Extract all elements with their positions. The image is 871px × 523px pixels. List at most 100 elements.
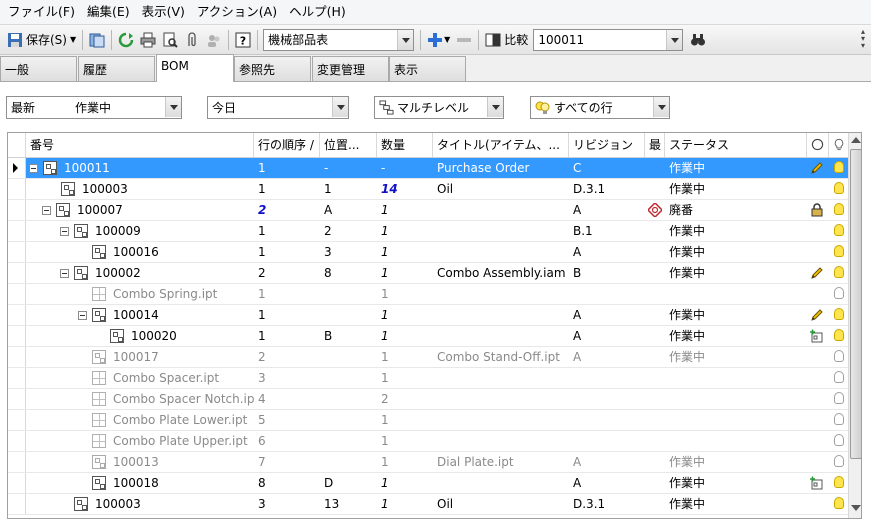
bulb-on-icon[interactable] — [834, 203, 844, 215]
bom-row[interactable]: 100009 1 2 1 B.1 作業中 — [8, 221, 848, 242]
row-header[interactable] — [8, 368, 26, 388]
tree-collapse-icon[interactable] — [60, 269, 69, 278]
row-header[interactable] — [8, 263, 26, 283]
col-header-state[interactable] — [807, 133, 829, 157]
chevron-down-icon[interactable] — [332, 97, 348, 117]
scroll-up-arrow-icon[interactable] — [851, 137, 861, 143]
tree-collapse-icon[interactable] — [60, 227, 69, 236]
add-button[interactable]: ▼ — [424, 29, 453, 51]
row-header[interactable] — [8, 242, 26, 262]
tree-collapse-icon[interactable] — [29, 164, 38, 173]
bulb-on-icon[interactable] — [834, 245, 844, 257]
bom-row[interactable]: 100018 8 D 1 A 作業中 — [8, 473, 848, 494]
help-button[interactable]: ? — [232, 29, 254, 51]
bulb-off-icon[interactable] — [834, 455, 844, 467]
save-button[interactable]: 保存(S) ▼ — [4, 29, 79, 51]
row-header[interactable] — [8, 221, 26, 241]
tree-collapse-icon[interactable] — [42, 206, 51, 215]
print-button[interactable] — [137, 29, 159, 51]
bulb-on-icon[interactable] — [834, 329, 844, 341]
attach-button[interactable] — [181, 29, 203, 51]
vertical-scrollbar[interactable] — [848, 133, 861, 518]
tab-history[interactable]: 履歴 — [78, 56, 155, 81]
bom-row[interactable]: 100020 1 B 1 A 作業中 — [8, 326, 848, 347]
col-header-status[interactable]: ステータス — [665, 133, 807, 157]
add-dropdown-arrow-icon[interactable]: ▼ — [444, 35, 450, 44]
chevron-down-icon[interactable] — [397, 29, 414, 50]
bom-row[interactable]: 100003 1 1 14 Oil D.3.1 作業中 — [8, 179, 848, 200]
bom-row[interactable]: 100013 7 1 Dial Plate.ipt A 作業中 — [8, 452, 848, 473]
tab-change-order[interactable]: 変更管理 — [312, 56, 389, 81]
tab-view[interactable]: 表示 — [389, 56, 466, 81]
chevron-down-icon[interactable] — [666, 29, 683, 50]
menu-view[interactable]: 表示(V) — [136, 1, 191, 23]
level-filter-select[interactable]: マルチレベル — [374, 96, 504, 119]
scroll-down-arrow-icon[interactable] — [851, 505, 861, 511]
save-dropdown-arrow-icon[interactable]: ▼ — [70, 35, 76, 44]
date-filter-select[interactable]: 今日 — [207, 96, 349, 119]
bulb-on-icon[interactable] — [834, 476, 844, 488]
row-header[interactable] — [8, 452, 26, 472]
row-header[interactable] — [8, 410, 26, 430]
bulb-on-icon[interactable] — [834, 182, 844, 194]
compare-combo[interactable]: 100011 — [533, 28, 684, 51]
col-header-revision[interactable]: リビジョン — [569, 133, 645, 157]
bom-row[interactable]: Combo Spring.ipt 1 1 — [8, 284, 848, 305]
row-header[interactable] — [8, 431, 26, 451]
row-header[interactable] — [8, 389, 26, 409]
refresh-button[interactable] — [115, 29, 137, 51]
category-combo[interactable]: 機械部品表 — [263, 28, 415, 51]
menu-file[interactable]: ファイル(F) — [2, 1, 81, 23]
bom-row[interactable]: 100014 1 1 A 作業中 — [8, 305, 848, 326]
col-header-row-order[interactable]: 行の順序 / — [254, 133, 320, 157]
row-header[interactable] — [8, 158, 26, 178]
bom-row[interactable]: Combo Spacer.ipt 3 1 — [8, 368, 848, 389]
bulb-off-icon[interactable] — [834, 371, 844, 383]
bulb-off-icon[interactable] — [834, 350, 844, 362]
copy-button[interactable] — [86, 29, 108, 51]
bom-row[interactable]: Combo Spacer Notch.ipt 4 2 — [8, 389, 848, 410]
col-header-number[interactable]: 番号 — [26, 133, 254, 157]
col-header-position[interactable]: 位置... — [320, 133, 377, 157]
bom-row[interactable]: 100016 1 3 1 A 作業中 — [8, 242, 848, 263]
remove-button[interactable] — [453, 29, 475, 51]
rows-filter-select[interactable]: すべての行 — [530, 96, 670, 119]
bom-row[interactable]: Combo Plate Lower.ipt 5 1 — [8, 410, 848, 431]
bulb-off-icon[interactable] — [834, 287, 844, 299]
row-header[interactable] — [8, 326, 26, 346]
col-header-latest[interactable]: 最 — [645, 133, 665, 157]
row-header[interactable] — [8, 200, 26, 220]
row-header[interactable] — [8, 179, 26, 199]
menu-help[interactable]: ヘルプ(H) — [283, 1, 352, 23]
chevron-down-icon[interactable] — [165, 97, 181, 117]
scrollbar-thumb[interactable] — [850, 149, 861, 459]
chevron-down-icon[interactable] — [487, 97, 503, 117]
bulb-on-icon[interactable] — [834, 497, 844, 509]
tab-bom[interactable]: BOM — [156, 54, 234, 82]
col-header-quantity[interactable]: 数量 — [377, 133, 433, 157]
print-preview-button[interactable] — [159, 29, 181, 51]
tab-where-used[interactable]: 参照先 — [234, 56, 311, 81]
row-header[interactable] — [8, 284, 26, 304]
bulb-on-icon[interactable] — [834, 224, 844, 236]
bulb-off-icon[interactable] — [834, 392, 844, 404]
find-button[interactable] — [687, 29, 709, 51]
team-button[interactable] — [203, 29, 225, 51]
bom-row[interactable]: Combo Plate Upper.ipt 6 1 — [8, 431, 848, 452]
tree-collapse-icon[interactable] — [78, 311, 87, 320]
bom-row[interactable]: 100002 2 8 1 Combo Assembly.iam B 作業中 — [8, 263, 848, 284]
menu-action[interactable]: アクション(A) — [191, 1, 283, 23]
col-header-title[interactable]: タイトル(アイテム、... — [433, 133, 569, 157]
col-header-visibility[interactable] — [829, 133, 848, 157]
bulb-off-icon[interactable] — [834, 413, 844, 425]
bulb-on-icon[interactable] — [834, 161, 844, 173]
bom-row[interactable]: 100011 1 - - Purchase Order C 作業中 — [8, 158, 848, 179]
toolbar-overflow-icon[interactable]: ▴ ▾ ▾ — [861, 28, 869, 52]
bom-row[interactable]: 100007 2 A 1 A 廃番 — [8, 200, 848, 221]
chevron-down-icon[interactable] — [653, 97, 669, 117]
compare-button[interactable]: 比較 — [482, 29, 531, 51]
bulb-on-icon[interactable] — [834, 308, 844, 320]
bulb-off-icon[interactable] — [834, 434, 844, 446]
revision-filter-select[interactable]: 最新 作業中 — [6, 96, 182, 119]
row-header[interactable] — [8, 347, 26, 367]
